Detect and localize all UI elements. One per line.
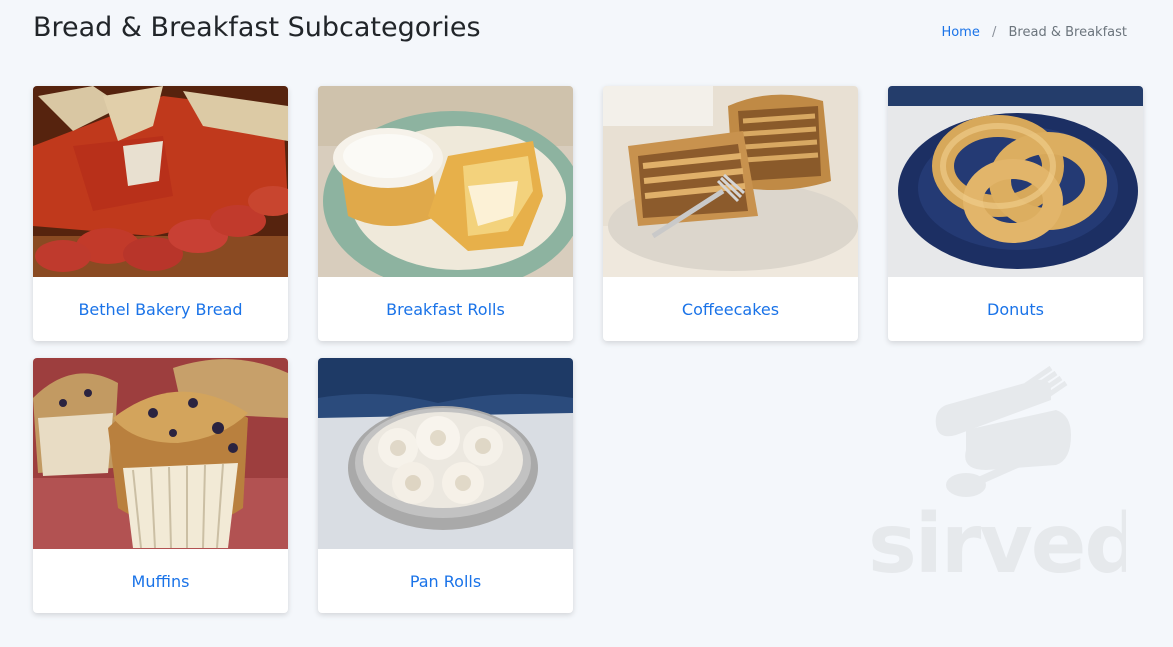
subcategory-card-pan-rolls[interactable]: Pan Rolls xyxy=(318,358,573,613)
iced-breakfast-roll-photo[interactable] xyxy=(318,86,573,277)
breadcrumb-current: Bread & Breakfast xyxy=(1008,25,1127,40)
subcategory-label[interactable]: Bethel Bakery Bread xyxy=(33,277,288,341)
subcategory-label[interactable]: Donuts xyxy=(888,277,1143,341)
watermark-text: sirved xyxy=(868,497,1126,580)
coffeecake-photo[interactable] xyxy=(603,86,858,277)
subcategory-card-bethel-bakery-bread[interactable]: Bethel Bakery Bread xyxy=(33,86,288,341)
breadcrumb-home-link[interactable]: Home xyxy=(941,25,979,40)
subcategory-card-donuts[interactable]: Donuts xyxy=(888,86,1143,341)
subcategory-card-breakfast-rolls[interactable]: Breakfast Rolls xyxy=(318,86,573,341)
blueberry-muffin-photo[interactable] xyxy=(33,358,288,549)
subcategory-label[interactable]: Coffeecakes xyxy=(603,277,858,341)
subcategory-label[interactable]: Pan Rolls xyxy=(318,549,573,613)
subcategory-label[interactable]: Breakfast Rolls xyxy=(318,277,573,341)
breadcrumb: Home / Bread & Breakfast xyxy=(941,25,1127,40)
page-header: Bread & Breakfast Subcategories Home / B… xyxy=(33,8,1127,52)
subcategory-label[interactable]: Muffins xyxy=(33,549,288,613)
pretzel-donut-photo[interactable] xyxy=(888,86,1143,277)
breadcrumb-separator: / xyxy=(991,25,997,40)
subcategory-card-coffeecakes[interactable]: Coffeecakes xyxy=(603,86,858,341)
subcategory-card-muffins[interactable]: Muffins xyxy=(33,358,288,613)
pan-rolls-photo[interactable] xyxy=(318,358,573,549)
pizza-bread-photo[interactable] xyxy=(33,86,288,277)
page-title: Bread & Breakfast Subcategories xyxy=(33,12,481,43)
sirved-watermark: sirved xyxy=(866,360,1143,592)
sirved-logo-icon: sirved xyxy=(868,365,1143,592)
